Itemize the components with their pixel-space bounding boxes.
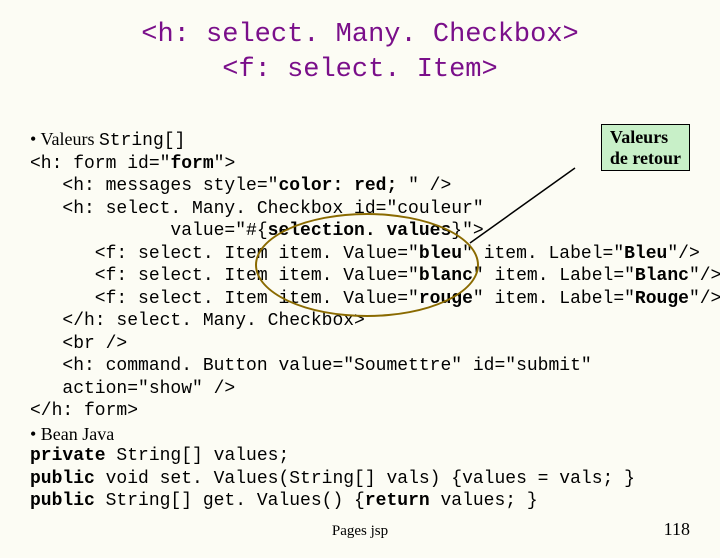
slide-title: <h: select. Many. Checkbox> <f: select. … [0,18,720,88]
code-l11: action="show" /> [30,378,690,401]
code-l9: <br /> [30,333,690,356]
java-l3: public String[] get. Values() {return va… [30,490,690,513]
code-l2: <h: messages style="color: red; " /> [30,175,690,198]
java-l1: private String[] values; [30,445,690,468]
bullet1-mono: String[] [99,131,185,151]
code-l3: <h: select. Many. Checkbox id="couleur" [30,198,690,221]
content: • Valeurs String[] <h: form id="form"> <… [30,128,690,513]
java-l2: public void set. Values(String[] vals) {… [30,468,690,491]
footer-center: Pages jsp [0,523,720,540]
bullet1-text: • Valeurs [30,129,99,149]
code-l5: <f: select. Item item. Value="bleu" item… [30,243,690,266]
page-number: 118 [664,519,690,540]
code-block: <h: form id="form"> <h: messages style="… [30,153,690,423]
code-l10: <h: command. Button value="Soumettre" id… [30,355,690,378]
code-l6: <f: select. Item item. Value="blanc" ite… [30,265,690,288]
code-l7: <f: select. Item item. Value="rouge" ite… [30,288,690,311]
bullet-valeurs: • Valeurs String[] [30,128,690,153]
java-block: private String[] values; public void set… [30,445,690,513]
code-l12: </h: form> [30,400,690,423]
bullet-bean: • Bean Java [30,423,690,446]
code-l1: <h: form id="form"> [30,153,690,176]
slide: <h: select. Many. Checkbox> <f: select. … [0,18,720,558]
code-l8: </h: select. Many. Checkbox> [30,310,690,333]
title-line1: <h: select. Many. Checkbox> [0,18,720,53]
code-l4: value="#{selection. values}"> [30,220,690,243]
title-line2: <f: select. Item> [0,53,720,88]
